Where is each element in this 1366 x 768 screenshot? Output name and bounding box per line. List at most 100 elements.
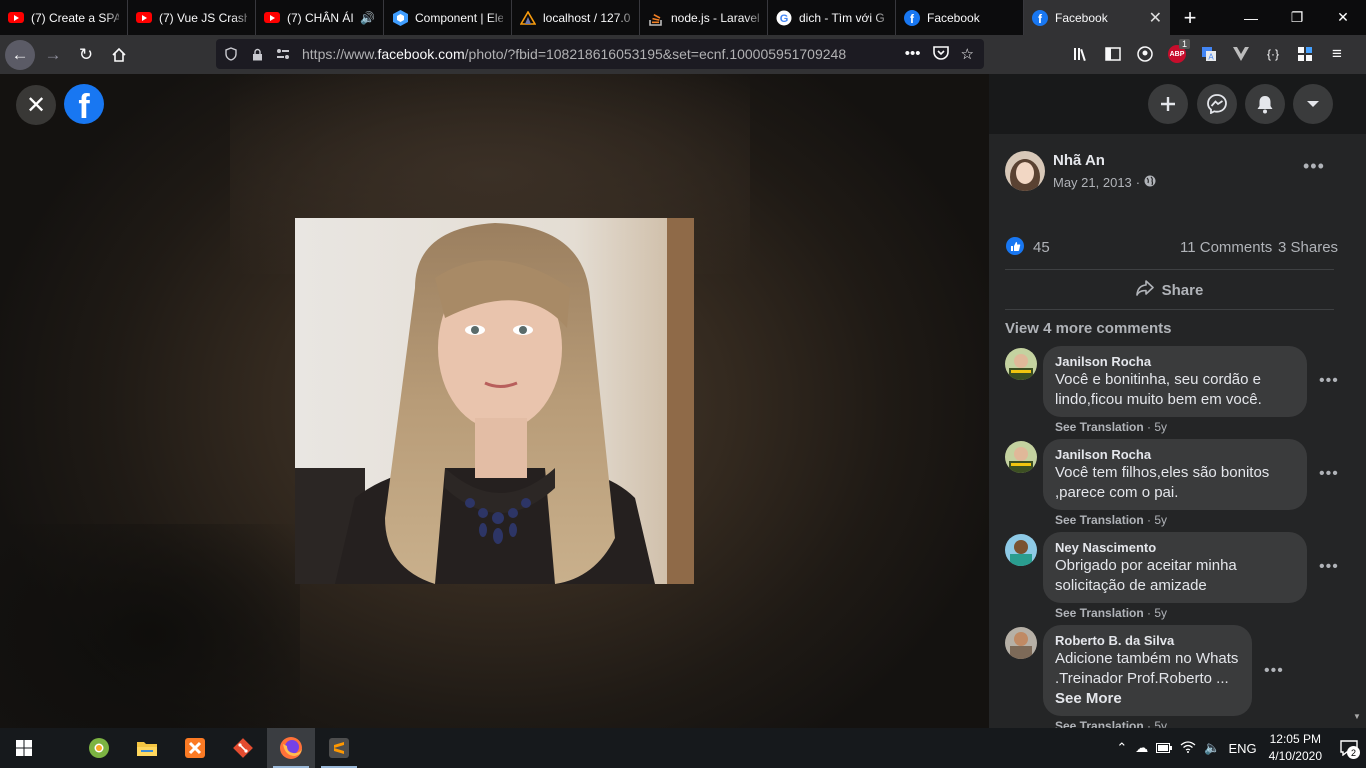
comment-options-button[interactable]: •••	[1319, 465, 1339, 483]
chrome-canary-icon[interactable]	[75, 728, 123, 768]
author-name[interactable]: Nhã An	[1053, 152, 1105, 169]
close-viewer-button[interactable]: ✕	[16, 85, 56, 125]
like-reaction-icon[interactable]	[1006, 237, 1024, 255]
create-button[interactable]	[1148, 84, 1188, 124]
adblock-plus-icon[interactable]: ABP 1	[1164, 39, 1190, 67]
back-button[interactable]: ←	[5, 39, 35, 70]
battery-icon[interactable]	[1156, 741, 1173, 756]
browser-tab[interactable]: (7) Create a SPA	[0, 0, 128, 35]
close-tab-icon[interactable]: ✕	[1149, 8, 1162, 28]
comment-bubble: Ney Nascimento Obrigado por aceitar minh…	[1043, 532, 1307, 603]
share-button[interactable]: Share	[1005, 273, 1334, 307]
clock-date: 4/10/2020	[1268, 749, 1322, 763]
comment-options-button[interactable]: •••	[1264, 662, 1284, 680]
firefox-icon[interactable]	[267, 728, 315, 768]
browser-tab[interactable]: node.js - Laravel	[640, 0, 768, 35]
extensions-icon[interactable]	[1292, 41, 1318, 67]
pocket-icon[interactable]	[932, 45, 949, 64]
browser-tab[interactable]: localhost / 127.0	[512, 0, 640, 35]
comment-age[interactable]: 5y	[1154, 420, 1167, 434]
git-icon[interactable]	[219, 728, 267, 768]
windows-start-icon[interactable]	[0, 728, 48, 768]
comment-options-button[interactable]: •••	[1319, 372, 1339, 390]
see-translation-link[interactable]: See Translation	[1055, 606, 1144, 620]
see-translation-link[interactable]: See Translation	[1055, 420, 1144, 434]
home-button[interactable]	[104, 40, 134, 70]
browser-tab[interactable]: (7) Vue JS Crash	[128, 0, 256, 35]
commenter-name[interactable]: Roberto B. da Silva	[1055, 632, 1240, 649]
facebook-logo[interactable]: f	[64, 84, 104, 124]
reload-button[interactable]: ↻	[71, 40, 101, 70]
commenter-name[interactable]: Janilson Rocha	[1055, 446, 1295, 463]
sidebar-icon[interactable]	[1100, 41, 1126, 67]
browser-tab-strip: (7) Create a SPA (7) Vue JS Crash (7) CH…	[0, 0, 1366, 35]
comment-age[interactable]: 5y	[1154, 606, 1167, 620]
restore-button[interactable]: ❐	[1274, 0, 1320, 35]
commenter-avatar[interactable]	[1005, 441, 1037, 473]
lock-icon[interactable]	[246, 48, 268, 61]
minimize-button[interactable]: —	[1228, 0, 1274, 35]
messenger-icon[interactable]	[1197, 84, 1237, 124]
forward-button[interactable]: →	[38, 40, 68, 70]
account-menu-icon[interactable]	[1293, 84, 1333, 124]
shares-count[interactable]: 3 Shares	[1278, 239, 1338, 256]
see-translation-link[interactable]: See Translation	[1055, 513, 1144, 527]
photo-viewer: ✕ f	[0, 74, 989, 729]
file-explorer-icon[interactable]	[123, 728, 171, 768]
browser-tab[interactable]: (7) CHÂN ÁI 🔊	[256, 0, 384, 35]
scroll-down-arrow-icon[interactable]: ▼	[1353, 712, 1361, 722]
browser-tab[interactable]: Component | Ele	[384, 0, 512, 35]
youtube-icon	[264, 10, 280, 26]
panel-header	[989, 74, 1366, 134]
system-tray: ⌃ ☁ 🔈 ENG 12:05 PM 4/10/2020 2	[1112, 728, 1366, 768]
wifi-icon[interactable]	[1180, 740, 1196, 756]
commenter-avatar[interactable]	[1005, 627, 1037, 659]
browser-tab-active[interactable]: f Facebook ✕	[1024, 0, 1170, 35]
address-bar[interactable]: https://www.facebook.com/photo/?fbid=108…	[216, 39, 984, 69]
close-window-button[interactable]: ✕	[1320, 0, 1366, 35]
translate-icon[interactable]: A	[1196, 41, 1222, 67]
author-avatar[interactable]	[1005, 151, 1045, 191]
comment-options-button[interactable]: •••	[1319, 558, 1339, 576]
clock-time: 12:05 PM	[1269, 732, 1321, 746]
shield-icon[interactable]	[220, 47, 242, 61]
comment-text: Obrigado por aceitar minha solicitação d…	[1055, 557, 1237, 594]
notifications-bell-icon[interactable]	[1245, 84, 1285, 124]
json-viewer-icon[interactable]: {·}	[1260, 41, 1286, 67]
menu-icon[interactable]: ≡	[1324, 41, 1350, 67]
action-center-icon[interactable]: 2	[1332, 728, 1366, 768]
comment-age[interactable]: 5y	[1154, 513, 1167, 527]
post-options-button[interactable]: •••	[1303, 156, 1325, 177]
library-icon[interactable]	[1068, 41, 1094, 67]
clock[interactable]: 12:05 PM 4/10/2020	[1269, 731, 1322, 765]
commenter-avatar[interactable]	[1005, 534, 1037, 566]
like-count[interactable]: 45	[1033, 239, 1050, 256]
xampp-icon[interactable]	[171, 728, 219, 768]
account-icon[interactable]	[1132, 41, 1158, 67]
sublime-text-icon[interactable]	[315, 728, 363, 768]
language-indicator[interactable]: ENG	[1228, 741, 1256, 756]
notification-count: 2	[1347, 746, 1360, 759]
onedrive-cloud-icon[interactable]: ☁	[1135, 740, 1148, 756]
new-tab-button[interactable]: +	[1170, 0, 1210, 35]
speaker-icon[interactable]: 🔊	[360, 11, 375, 25]
volume-icon[interactable]: 🔈	[1204, 740, 1220, 756]
post-date[interactable]: May 21, 2013 ·	[1053, 175, 1156, 190]
commenter-name[interactable]: Ney Nascimento	[1055, 539, 1295, 556]
comments-count[interactable]: 11 Comments	[1180, 239, 1272, 256]
comment-meta: See Translation · 5y	[1055, 513, 1168, 527]
stackoverflow-icon	[648, 10, 664, 26]
permissions-icon[interactable]	[272, 48, 294, 60]
vue-devtools-icon[interactable]	[1228, 41, 1254, 67]
show-hidden-icons-icon[interactable]: ⌃	[1116, 740, 1127, 756]
page-actions-icon[interactable]: •••	[905, 45, 921, 64]
browser-tab[interactable]: f Facebook	[896, 0, 1024, 35]
divider	[1005, 269, 1334, 270]
browser-tab[interactable]: G dich - Tìm với G	[768, 0, 896, 35]
share-label: Share	[1161, 281, 1204, 299]
bookmark-star-icon[interactable]: ☆	[961, 45, 974, 64]
see-more-link[interactable]: See More	[1055, 690, 1122, 707]
commenter-avatar[interactable]	[1005, 348, 1037, 380]
view-more-comments-link[interactable]: View 4 more comments	[1005, 320, 1171, 337]
commenter-name[interactable]: Janilson Rocha	[1055, 353, 1295, 370]
